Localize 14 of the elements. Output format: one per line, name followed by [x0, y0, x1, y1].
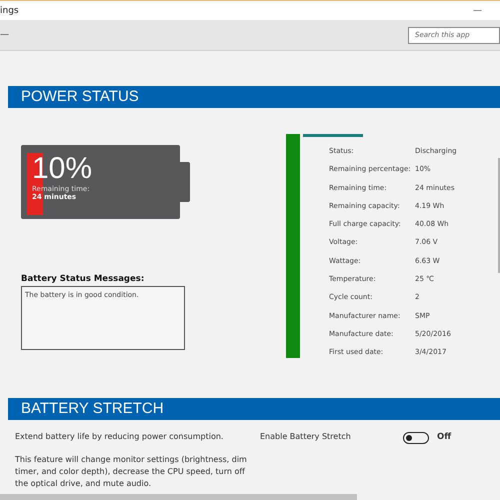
- minimize-button[interactable]: —: [473, 6, 500, 16]
- section-header: POWER STATUS: [8, 86, 500, 108]
- window-title: ings: [0, 6, 19, 16]
- scrollbar[interactable]: [498, 158, 500, 273]
- toggle-state: Off: [437, 432, 452, 442]
- section-header: BATTERY STRETCH: [8, 398, 500, 420]
- accent-line: [303, 134, 363, 137]
- description-text: This feature will change monitor settings (brightness, dim timer, and color depth), decrease the CPU speed, turn off the optical drive, and mute audio.: [15, 454, 248, 490]
- toggle-switch[interactable]: [403, 432, 429, 444]
- summary-text: Extend battery life by reducing power consumption.: [15, 432, 224, 441]
- menu-button[interactable]: —: [0, 30, 9, 40]
- toggle-label: Enable Battery Stretch: [260, 432, 352, 441]
- messages-label: Battery Status Messages:: [21, 274, 146, 284]
- scrollbar[interactable]: [0, 494, 357, 500]
